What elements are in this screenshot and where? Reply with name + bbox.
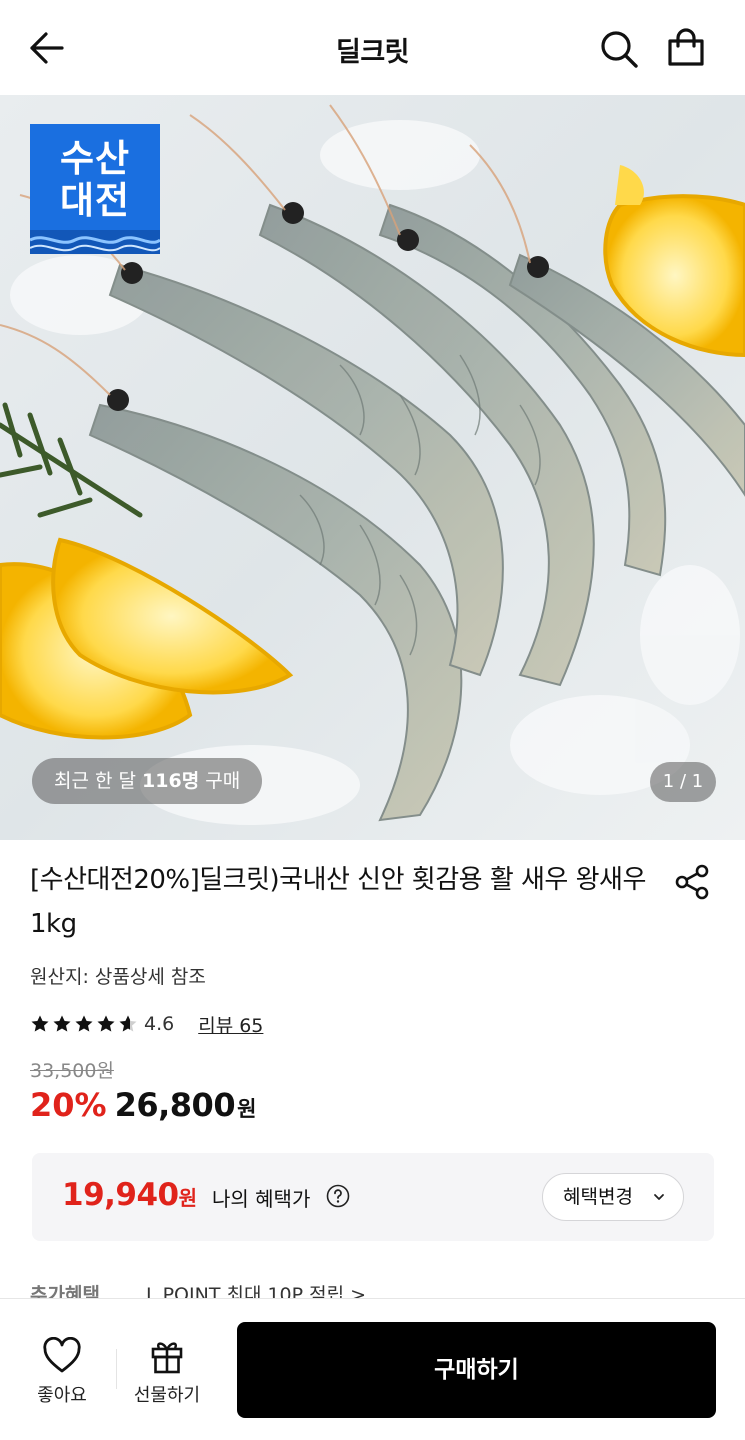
logo-text-line1: 수산 (59, 137, 131, 180)
recent-buyers-badge: 최근 한 달 116명 구매 (32, 758, 263, 804)
star-icon (75, 1015, 93, 1032)
price-row: 20% 26,800 원 (30, 1086, 256, 1130)
star-rating (30, 1014, 138, 1034)
original-price: 33,500원 (30, 1060, 114, 1082)
star-icon (53, 1015, 71, 1032)
share-icon[interactable] (672, 862, 712, 902)
benefit-price-unit: 원 (178, 1186, 197, 1210)
rating-score: 4.6 (144, 1013, 175, 1035)
gift-button[interactable]: 선물하기 (126, 1337, 208, 1407)
benefit-price-value: 19,940 (62, 1177, 179, 1213)
heart-icon (43, 1337, 81, 1373)
additional-benefit-row[interactable]: 추가혜택 L.POINT 최대 10P 적립 > (30, 1280, 730, 1300)
discount-rate: 20% (30, 1086, 107, 1124)
logo-text-line2: 대전 (59, 179, 131, 222)
bottom-action-bar: 좋아요 선물하기 구매하기 (0, 1298, 745, 1440)
like-label: 좋아요 (37, 1385, 87, 1406)
image-pager-indicator: 1 / 1 (650, 762, 716, 802)
top-navigation-bar: 딜크릿 (0, 0, 745, 95)
change-benefit-label: 혜택변경 (563, 1186, 633, 1208)
sale-price: 26,800 (114, 1086, 236, 1124)
wave-icon (30, 230, 160, 254)
search-icon[interactable] (598, 28, 640, 70)
help-icon[interactable] (326, 1184, 350, 1208)
price-unit: 원 (237, 1097, 257, 1121)
buyers-suffix: 구매 (199, 770, 241, 792)
benefit-price-box: 19,940원 나의 혜택가 혜택변경 (32, 1153, 714, 1241)
buyers-prefix: 최근 한 달 (54, 770, 143, 792)
star-icon (119, 1015, 137, 1032)
benefit-price-label: 나의 혜택가 (212, 1187, 311, 1211)
fisheries-festival-logo: 수산 대전 (30, 124, 160, 254)
reviews-link[interactable]: 리뷰 65 (198, 1011, 263, 1038)
buy-button[interactable]: 구매하기 (237, 1322, 716, 1418)
like-button[interactable]: 좋아요 (22, 1337, 102, 1407)
chevron-down-icon (654, 1194, 664, 1200)
gift-label: 선물하기 (133, 1385, 201, 1406)
buyers-count: 116명 (142, 770, 200, 792)
product-title: [수산대전20%]딜크릿)국내산 신안 횟감용 활 새우 왕새우 1kg (30, 865, 646, 939)
star-icon (31, 1015, 49, 1032)
shopping-bag-icon[interactable] (665, 27, 707, 69)
star-icon (97, 1015, 115, 1032)
benefit-price: 19,940원 (62, 1177, 197, 1213)
product-image-carousel[interactable]: 수산 대전 최근 한 달 116명 구매 1 / 1 (0, 95, 745, 840)
rating-row: 4.6 리뷰 65 (30, 1010, 263, 1038)
divider (116, 1349, 117, 1389)
gift-icon (151, 1342, 183, 1374)
change-benefit-button[interactable]: 혜택변경 (542, 1173, 684, 1221)
origin-info: 원산지: 상품상세 참조 (30, 966, 206, 988)
product-page: 딜크릿 수산 대전 최근 한 달 116명 구매 1 / 1 [수산대전20%]… (0, 0, 745, 1440)
